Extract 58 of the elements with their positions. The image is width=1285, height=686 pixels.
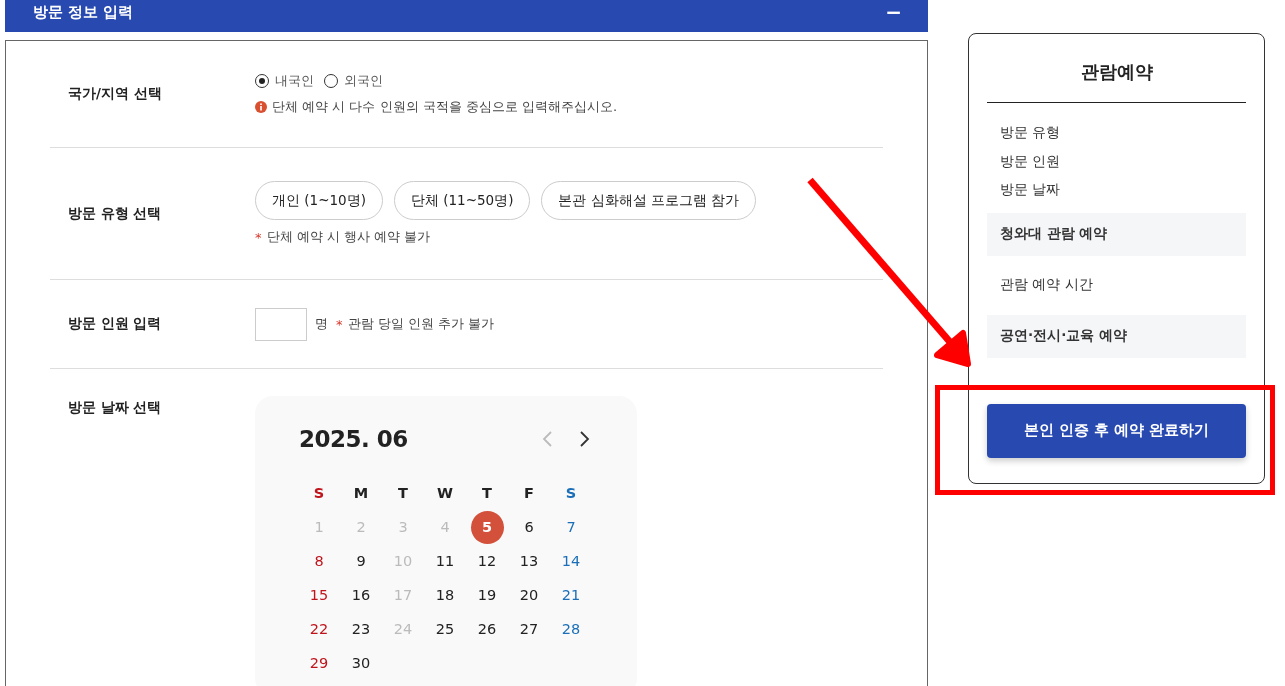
- warning-note: * 단체 예약 시 행사 예약 불가: [255, 228, 432, 246]
- calendar-day[interactable]: 22: [309, 621, 329, 637]
- radio-option[interactable]: 외국인: [324, 72, 383, 90]
- summary-item: 방문 인원: [999, 151, 1062, 171]
- radio-button[interactable]: [255, 74, 269, 88]
- calendar-day[interactable]: 14: [561, 553, 581, 569]
- calendar-day[interactable]: 29: [309, 655, 329, 671]
- calendar-day[interactable]: 11: [435, 553, 455, 569]
- weekday-label: M: [352, 484, 370, 503]
- count-field[interactable]: [255, 307, 307, 341]
- summary-item: 공연·전시·교육 예약: [987, 314, 1246, 358]
- calendar-day[interactable]: 25: [435, 621, 455, 637]
- calendar-day[interactable]: 27: [519, 621, 539, 637]
- calendar-day[interactable]: 7: [566, 519, 576, 535]
- info-icon: [255, 101, 267, 113]
- confirm-button[interactable]: 본인 인증 후 예약 완료하기: [987, 403, 1246, 458]
- calendar-day[interactable]: 8: [314, 553, 324, 569]
- summary-item: 청와대 관람 예약: [987, 212, 1246, 256]
- weekday-label: S: [312, 484, 326, 503]
- calendar-day[interactable]: 19: [477, 587, 497, 603]
- warning-note: * 관람 당일 인원 추가 불가: [336, 315, 495, 333]
- collapse-button[interactable]: −: [885, 0, 902, 24]
- field-label: 방문 유형 선택: [67, 204, 163, 223]
- calendar-day[interactable]: 28: [561, 621, 581, 637]
- field-label: 방문 인원 입력: [67, 315, 163, 333]
- visit-type-chip[interactable]: 개인 (1~10명): [255, 181, 383, 220]
- weekday-label: T: [481, 484, 493, 503]
- weekday-label: T: [397, 484, 409, 503]
- weekday-label: W: [436, 484, 454, 503]
- calendar-day[interactable]: 5: [470, 510, 504, 544]
- calendar-day[interactable]: 13: [519, 553, 539, 569]
- calendar-day[interactable]: 16: [351, 587, 371, 603]
- visit-type-chip[interactable]: 단체 (11~50명): [393, 181, 531, 220]
- unit-label: 명: [315, 315, 328, 333]
- weekday-label: S: [564, 484, 578, 503]
- info-note: 단체 예약 시 다수 인원의 국적을 중심으로 입력해주십시오.: [255, 98, 883, 116]
- calendar-day[interactable]: 9: [356, 553, 366, 569]
- visit-type-chip[interactable]: 본관 심화해설 프로그램 참가: [541, 181, 757, 220]
- field-label: 방문 날짜 선택: [67, 398, 163, 417]
- card-title: 관람예약: [987, 34, 1246, 103]
- summary-item: 관람 예약 시간: [999, 275, 1094, 294]
- section-title: 방문 정보 입력: [33, 2, 134, 22]
- calendar-day[interactable]: 15: [309, 587, 329, 603]
- radio-button[interactable]: [324, 74, 338, 88]
- field-label: 국가/지역 선택: [67, 85, 163, 103]
- calendar-day[interactable]: 18: [435, 587, 455, 603]
- calendar-day[interactable]: 20: [519, 587, 539, 603]
- calendar-day[interactable]: 26: [477, 621, 497, 637]
- calendar-day[interactable]: 12: [477, 553, 497, 569]
- month-title: 2025. 06: [299, 426, 408, 452]
- radio-option[interactable]: 내국인: [255, 72, 314, 90]
- calendar-day[interactable]: 21: [561, 587, 581, 603]
- summary-item: 방문 유형: [999, 123, 1062, 143]
- calendar-day[interactable]: 30: [351, 655, 371, 671]
- calendar-day[interactable]: 23: [351, 621, 371, 637]
- summary-item: 방문 날짜: [999, 180, 1062, 200]
- calendar-day[interactable]: 6: [524, 519, 534, 535]
- weekday-label: F: [523, 484, 535, 503]
